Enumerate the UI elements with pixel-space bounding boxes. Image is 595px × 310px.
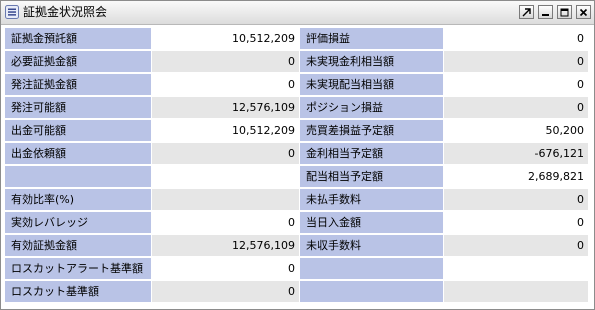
right-value: 0 — [444, 235, 589, 257]
left-label: 有効比率(%) — [5, 189, 152, 211]
left-value: 0 — [152, 281, 300, 303]
left-value: 0 — [152, 51, 300, 73]
right-value: 0 — [444, 97, 589, 119]
maximize-icon — [560, 8, 569, 16]
minimize-button[interactable] — [538, 5, 553, 19]
window-title: 証拠金状況照会 — [23, 5, 108, 19]
left-label: 証拠金預託額 — [5, 28, 152, 50]
right-label: 未払手数料 — [300, 189, 444, 211]
right-value: 0 — [444, 28, 589, 50]
left-label: 出金可能額 — [5, 120, 152, 142]
left-value: 0 — [152, 74, 300, 96]
left-value: 12,576,109 — [152, 235, 300, 257]
right-label — [300, 281, 444, 303]
left-value: 0 — [152, 212, 300, 234]
right-value: -676,121 — [444, 143, 589, 165]
right-value: 0 — [444, 74, 589, 96]
right-label — [300, 258, 444, 280]
right-label: 未収手数料 — [300, 235, 444, 257]
left-label: 発注可能額 — [5, 97, 152, 119]
title-bar[interactable]: 証拠金状況照会 — [1, 1, 594, 25]
left-label: 実効レバレッジ — [5, 212, 152, 234]
left-label: 発注証拠金額 — [5, 74, 152, 96]
right-label: ポジション損益 — [300, 97, 444, 119]
restore-arrow-icon — [522, 7, 531, 16]
left-label: 出金依頼額 — [5, 143, 152, 165]
margin-status-window: 証拠金状況照会 証拠金預託額 10,512,209 評価損益 0 必要証拠金額 … — [0, 0, 595, 310]
right-label: 売買差損益予定額 — [300, 120, 444, 142]
left-value: 0 — [152, 143, 300, 165]
left-label: 有効証拠金額 — [5, 235, 152, 257]
right-value: 2,689,821 — [444, 166, 589, 188]
left-value: 0 — [152, 258, 300, 280]
right-label: 金利相当予定額 — [300, 143, 444, 165]
right-value — [444, 281, 589, 303]
left-label: ロスカットアラート基準額 — [5, 258, 152, 280]
left-value — [152, 166, 300, 188]
restore-button[interactable] — [519, 5, 534, 19]
right-label: 未実現金利相当額 — [300, 51, 444, 73]
left-label: ロスカット基準額 — [5, 281, 152, 303]
left-value: 12,576,109 — [152, 97, 300, 119]
right-value — [444, 258, 589, 280]
right-label: 評価損益 — [300, 28, 444, 50]
close-icon — [579, 8, 588, 16]
right-value: 0 — [444, 212, 589, 234]
left-value: 10,512,209 — [152, 28, 300, 50]
minimize-icon — [542, 13, 549, 16]
close-button[interactable] — [576, 5, 591, 19]
right-label: 当日入金額 — [300, 212, 444, 234]
right-value: 0 — [444, 51, 589, 73]
right-value: 50,200 — [444, 120, 589, 142]
right-value: 0 — [444, 189, 589, 211]
list-icon — [5, 5, 19, 19]
left-value: 10,512,209 — [152, 120, 300, 142]
left-label — [5, 166, 152, 188]
left-value — [152, 189, 300, 211]
right-label: 未実現配当相当額 — [300, 74, 444, 96]
maximize-button[interactable] — [557, 5, 572, 19]
right-label: 配当相当予定額 — [300, 166, 444, 188]
left-label: 必要証拠金額 — [5, 51, 152, 73]
